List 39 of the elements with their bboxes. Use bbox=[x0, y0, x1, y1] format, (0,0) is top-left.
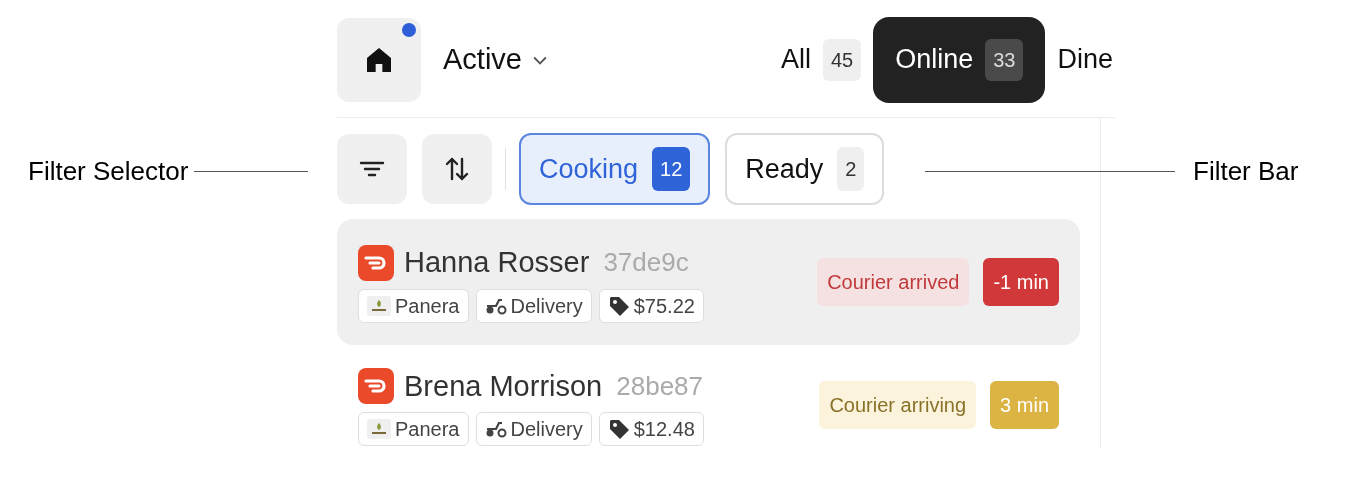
channel-tab[interactable]: Online 33 bbox=[873, 16, 1046, 103]
time-badge: -1 min bbox=[983, 257, 1059, 306]
store-tag: Panera bbox=[358, 288, 469, 323]
customer-name: Hanna Rosser bbox=[404, 245, 590, 280]
count-badge: 2 bbox=[837, 147, 865, 191]
view-dropdown[interactable]: Active bbox=[443, 37, 550, 82]
scooter-icon bbox=[484, 296, 507, 315]
order-total-tag: $12.48 bbox=[598, 412, 704, 446]
store-logo-icon bbox=[367, 419, 391, 439]
store-tag: Panera bbox=[358, 412, 469, 446]
price-tag-icon bbox=[607, 294, 630, 317]
courier-status-badge: Courier arrived bbox=[817, 257, 970, 306]
channel-tab[interactable]: All 45 bbox=[778, 16, 864, 103]
home-button[interactable] bbox=[337, 17, 421, 102]
courier-status-badge: Courier arriving bbox=[819, 381, 977, 430]
store-logo-icon bbox=[367, 295, 391, 316]
status-filter-chip[interactable]: Cooking 12 bbox=[519, 133, 711, 205]
order-code: 28be87 bbox=[616, 369, 703, 403]
order-row[interactable]: Brena Morrison 28be87 Panera Delivery $12.48 Courier arriving 3 min bbox=[337, 362, 1080, 448]
delivery-method-tag: Delivery bbox=[475, 412, 592, 446]
delivery-app-logo-icon bbox=[358, 244, 394, 281]
price-tag-icon bbox=[607, 418, 630, 440]
time-badge: 3 min bbox=[990, 381, 1059, 430]
callout-label: Filter Selector bbox=[28, 156, 189, 186]
delivery-method-tag: Delivery bbox=[475, 288, 592, 323]
order-row[interactable]: Hanna Rosser 37de9c Panera Delivery $75.22 Courier arrived -1 min bbox=[337, 219, 1080, 345]
sort-arrows-icon bbox=[444, 155, 470, 183]
delivery-app-logo-icon bbox=[358, 368, 394, 405]
sort-button[interactable] bbox=[422, 134, 492, 204]
count-badge: 12 bbox=[652, 147, 691, 191]
count-badge: 45 bbox=[822, 38, 862, 81]
count-badge: 33 bbox=[985, 38, 1024, 81]
order-total-tag: $75.22 bbox=[598, 288, 704, 323]
customer-name: Brena Morrison bbox=[404, 368, 603, 404]
callout-label: Filter Bar bbox=[1193, 156, 1299, 186]
order-code: 37de9c bbox=[603, 246, 689, 280]
channel-tab[interactable]: Dine bbox=[1055, 16, 1115, 103]
scooter-icon bbox=[484, 420, 507, 438]
status-filter-chip[interactable]: Ready 2 bbox=[725, 133, 885, 205]
